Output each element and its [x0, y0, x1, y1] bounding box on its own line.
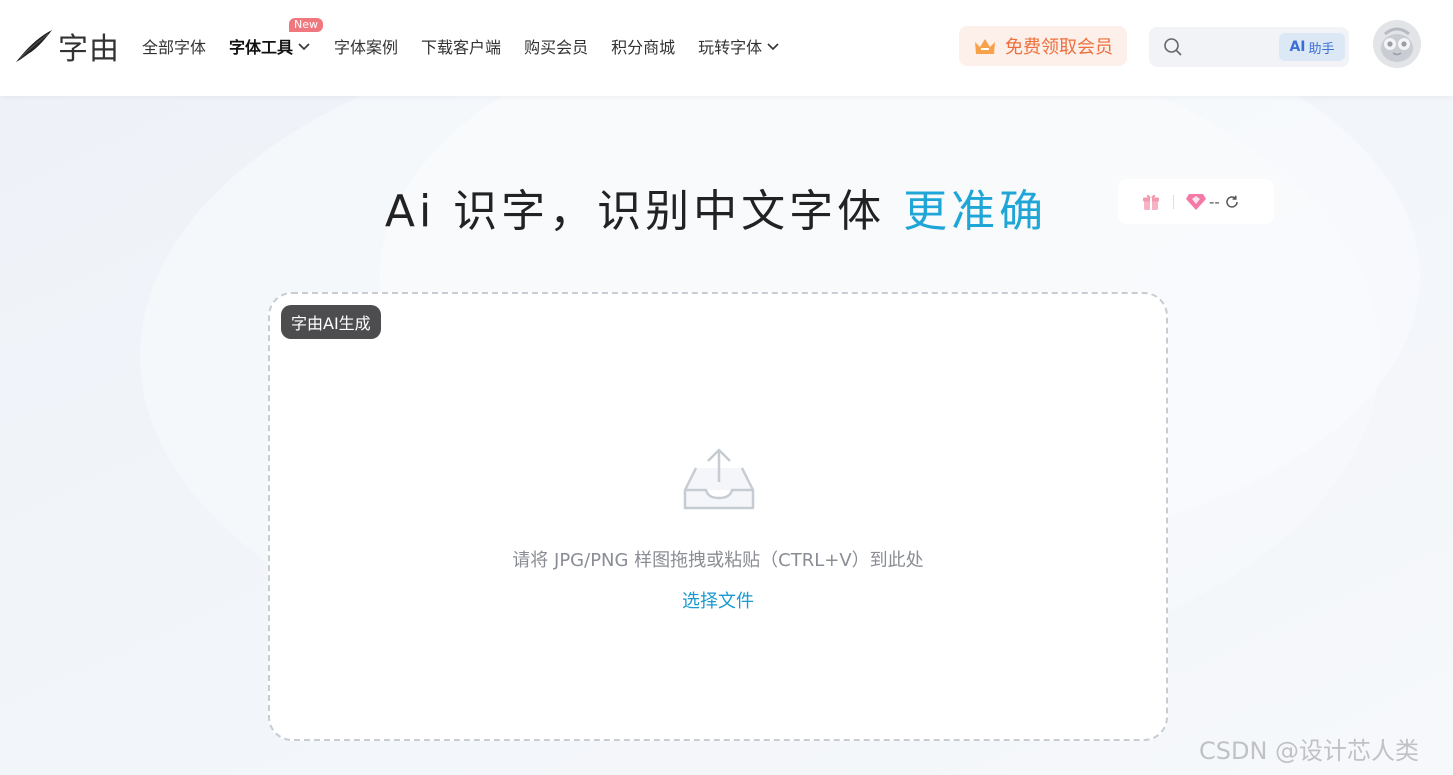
user-avatar[interactable]: [1373, 20, 1421, 68]
hero-title-main: Ai 识字，识别中文字体: [384, 186, 904, 237]
ai-generated-badge: 字由AI生成: [281, 305, 381, 339]
ai-chip-ai: AI: [1289, 39, 1306, 55]
gift-icon[interactable]: [1142, 193, 1160, 211]
refresh-icon[interactable]: [1224, 194, 1240, 210]
site-logo[interactable]: 字由: [14, 26, 120, 67]
nav-buy-membership[interactable]: 购买会员: [524, 34, 588, 58]
choose-file-label: 选择文件: [682, 591, 754, 612]
nav-label: 购买会员: [524, 38, 589, 57]
nav-font-tools[interactable]: 字体工具 New: [229, 18, 324, 58]
new-badge: New: [289, 18, 324, 32]
nav-label: 全部字体: [142, 38, 207, 57]
upload-dropzone[interactable]: 字由AI生成 请将 JPG/PNG 样图拖拽或粘贴（CTRL+V）到此处 选择文…: [268, 292, 1168, 741]
nav-label: 字体案例: [334, 38, 399, 57]
logo-text: 字由: [58, 32, 120, 67]
top-header: 字由 全部字体 字体工具 New 字体案例 下载客户端 购买会员 积分商城 玩转…: [0, 0, 1453, 96]
upload-hint-text: 请将 JPG/PNG 样图拖拽或粘贴（CTRL+V）到此处: [512, 550, 924, 571]
nav-play-fonts[interactable]: 玩转字体: [698, 34, 780, 58]
nav-label: 积分商城: [611, 38, 676, 57]
ai-badge-label: 字由AI生成: [291, 314, 371, 333]
chevron-down-icon: [298, 43, 310, 51]
diamond-icon: [1186, 193, 1206, 210]
vip-button-label: 免费领取会员: [1005, 37, 1113, 58]
points-value: --: [1209, 192, 1220, 211]
hero-title-accent: 更准确: [903, 186, 1048, 237]
divider: [1173, 194, 1174, 209]
avatar-icon: [1373, 20, 1421, 68]
main-nav: 全部字体 字体工具 New 字体案例 下载客户端 购买会员 积分商城 玩转字体: [142, 18, 803, 58]
brush-logo-icon: [16, 30, 52, 62]
nav-download-client[interactable]: 下载客户端: [421, 34, 501, 58]
nav-label: 下载客户端: [421, 38, 502, 57]
crown-icon: [975, 39, 995, 54]
ai-assistant-button[interactable]: AI 助手: [1279, 33, 1345, 61]
nav-label: 玩转字体: [698, 38, 763, 57]
choose-file-link[interactable]: 选择文件: [270, 587, 1166, 613]
points-panel: --: [1118, 179, 1274, 224]
watermark: CSDN @设计芯人类: [1199, 737, 1420, 765]
nav-all-fonts[interactable]: 全部字体: [142, 34, 206, 58]
chevron-down-icon: [767, 43, 779, 51]
nav-points-mall[interactable]: 积分商城: [611, 34, 675, 58]
upload-tray-icon: [683, 448, 755, 510]
nav-label: 字体工具: [229, 38, 294, 57]
free-membership-button[interactable]: 免费领取会员: [959, 26, 1127, 66]
ai-chip-label: 助手: [1308, 41, 1335, 57]
search-icon: [1164, 38, 1182, 56]
nav-font-cases[interactable]: 字体案例: [334, 34, 398, 58]
